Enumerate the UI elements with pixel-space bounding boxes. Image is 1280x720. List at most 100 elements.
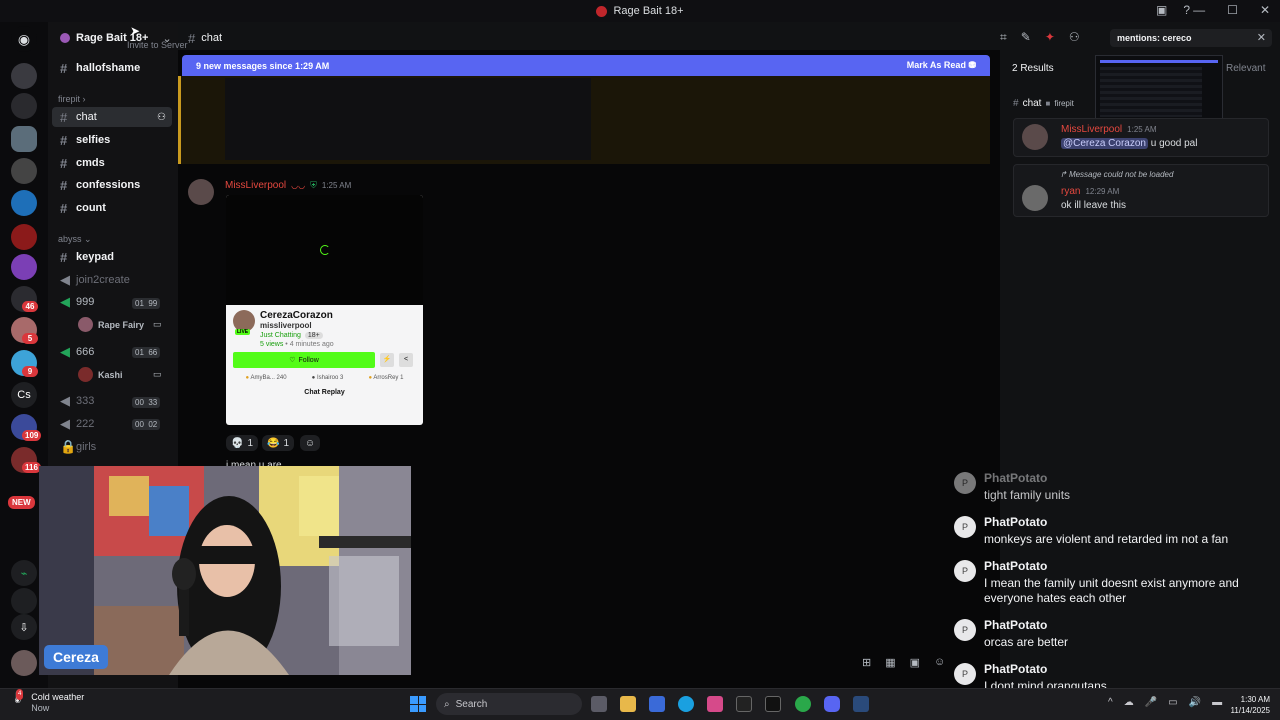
chrome-icon[interactable] [795, 696, 811, 712]
hash-icon: # [60, 109, 68, 125]
onedrive-icon[interactable]: ☁ [1124, 697, 1134, 708]
avatar: P [954, 560, 976, 582]
mark-as-read-button[interactable]: Mark As Read ⛃ [907, 60, 976, 71]
voice-user[interactable]: Rape Fairy [78, 317, 144, 332]
server-icon[interactable] [11, 254, 37, 280]
voice-count-current: 01 [135, 299, 144, 308]
close-window-button[interactable]: ✕ [1260, 3, 1270, 17]
copilot-icon[interactable] [649, 696, 665, 712]
speaker-icon: ◀ [60, 294, 70, 309]
gif-icon[interactable]: ▦ [885, 656, 895, 669]
microphone-icon[interactable]: 🎤 [1145, 697, 1157, 708]
category-abyss[interactable]: abyss ⌄ [58, 234, 92, 245]
weather-widget[interactable]: 🌡4 Cold weather Now [10, 689, 84, 714]
result-channel-header[interactable]: # chat ■ firepit [1013, 98, 1074, 109]
emoji-icon[interactable]: ☺ [934, 656, 945, 669]
follow-button[interactable]: ♡ Follow [233, 352, 375, 368]
window-title: Rage Bait 18+ [596, 5, 684, 17]
voice-user[interactable]: Kashi [78, 367, 123, 382]
channel-label: 999 [76, 296, 95, 308]
amazon-icon[interactable] [736, 696, 752, 712]
avatar: P [954, 663, 976, 685]
server-icon[interactable] [11, 126, 37, 152]
server-icon[interactable] [11, 190, 37, 216]
maximize-button[interactable]: ☐ [1227, 3, 1238, 17]
channel-cmds[interactable]: # cmds [52, 153, 172, 173]
video-preview[interactable] [226, 195, 423, 305]
search-input[interactable]: mentions: cereco ✕ [1110, 29, 1272, 47]
help-icon[interactable]: ? [1183, 3, 1190, 17]
instagram-icon[interactable] [707, 696, 723, 712]
reaction-skull[interactable]: 💀 1 [226, 435, 259, 451]
sticker-icon[interactable]: ▣ [910, 656, 920, 669]
gift-icon[interactable]: ⊞ [862, 656, 871, 669]
hash-icon: # [188, 30, 196, 46]
server-icon[interactable] [11, 93, 37, 119]
add-reaction-button[interactable]: ☺ [300, 435, 320, 451]
discover-icon[interactable]: ⌁ [11, 560, 37, 586]
sort-selector[interactable]: Relevant [1226, 63, 1265, 74]
channel-label: 666 [76, 346, 95, 358]
channel-count[interactable]: # count [52, 198, 172, 218]
view-count: 5 views [260, 341, 284, 348]
channel-hallofshame[interactable]: # hallofshame [52, 58, 172, 78]
avatar[interactable] [188, 179, 214, 205]
reaction-laugh[interactable]: 😂 1 [262, 435, 295, 451]
server-icon[interactable] [11, 63, 37, 89]
channel-confessions[interactable]: # confessions [52, 175, 172, 195]
start-button[interactable] [410, 696, 426, 712]
hash-icon: # [60, 249, 68, 265]
user-mention[interactable]: @Cereza Corazon [1061, 138, 1148, 149]
volume-icon[interactable]: 🔊 [1189, 697, 1201, 708]
discord-app: Rage Bait 18+ ▣ ? — ☐ ✕ ◉ 46 5 9 Cs 109 … [0, 0, 1280, 720]
threads-icon[interactable]: ⌗ [1000, 30, 1007, 45]
task-view-icon[interactable] [591, 696, 607, 712]
clear-search-icon[interactable]: ✕ [1257, 31, 1266, 44]
server-icon[interactable]: Cs [11, 382, 37, 408]
x-icon[interactable] [765, 696, 781, 712]
result-time: 1:25 AM [1127, 125, 1157, 134]
battery-icon[interactable]: ▬ [1212, 697, 1222, 708]
stream-embed-card[interactable]: LIVE CerezaCorazon missliverpool Just Ch… [226, 195, 423, 425]
add-member-icon[interactable]: ⚇ [157, 112, 166, 123]
search-result[interactable]: ↱ Message could not be loaded ryan 12:29… [1013, 164, 1269, 217]
gift-icon[interactable]: ⚡ [380, 353, 394, 367]
file-explorer-icon[interactable] [620, 696, 636, 712]
header-toolbar: ⌗ ✎ ✦ ⚇ [1000, 30, 1080, 45]
server-logo-icon [596, 5, 608, 17]
download-icon[interactable]: ⇩ [11, 614, 37, 640]
voice-channel-join2create[interactable]: ◀ join2create [52, 270, 172, 290]
discord-home-icon[interactable]: ◉ [11, 26, 37, 52]
edge-icon[interactable] [678, 696, 694, 712]
server-icon[interactable] [11, 588, 37, 614]
chevron-up-icon[interactable]: ^ [1108, 697, 1113, 708]
chat-replay-link[interactable]: Chat Replay [233, 389, 416, 396]
search-result[interactable]: MissLiverpool 1:25 AM @Cereza Corazon u … [1013, 118, 1269, 157]
channel-selfies[interactable]: # selfies [52, 130, 172, 150]
system-clock[interactable]: 1:30 AM 11/14/2025 [1231, 694, 1270, 716]
user-avatar[interactable] [11, 650, 37, 676]
reaction-count: 1 [283, 437, 290, 449]
voice-count-current: 01 [135, 348, 144, 357]
share-icon[interactable]: < [399, 353, 413, 367]
taskbar-search-input[interactable]: ⌕ Search [436, 693, 582, 715]
category-firepit[interactable]: firepit › [58, 94, 86, 104]
server-icon[interactable] [11, 158, 37, 184]
monitor-icon[interactable]: ▭ [1168, 697, 1177, 708]
minimize-button[interactable]: — [1193, 3, 1205, 17]
hash-icon: # [60, 60, 68, 76]
inbox-icon[interactable]: ▣ [1156, 3, 1167, 17]
pin-icon[interactable]: ✦ [1045, 30, 1055, 45]
mute-icon[interactable]: ✎ [1021, 30, 1031, 45]
channel-girls[interactable]: 🔒 girls [52, 437, 172, 457]
discord-taskbar-icon[interactable] [824, 696, 840, 712]
channel-keypad[interactable]: # keypad [52, 247, 172, 267]
message-author[interactable]: MissLiverpool [225, 180, 286, 191]
channel-chat[interactable]: # chat ⚇ [52, 107, 172, 127]
steam-icon[interactable] [853, 696, 869, 712]
viewer-count: 1 [400, 375, 404, 381]
speaker-icon: ◀ [60, 416, 70, 431]
members-icon[interactable]: ⚇ [1069, 30, 1080, 45]
new-messages-banner[interactable]: 9 new messages since 1:29 AM Mark As Rea… [182, 55, 990, 76]
active-server-icon[interactable] [11, 224, 37, 250]
